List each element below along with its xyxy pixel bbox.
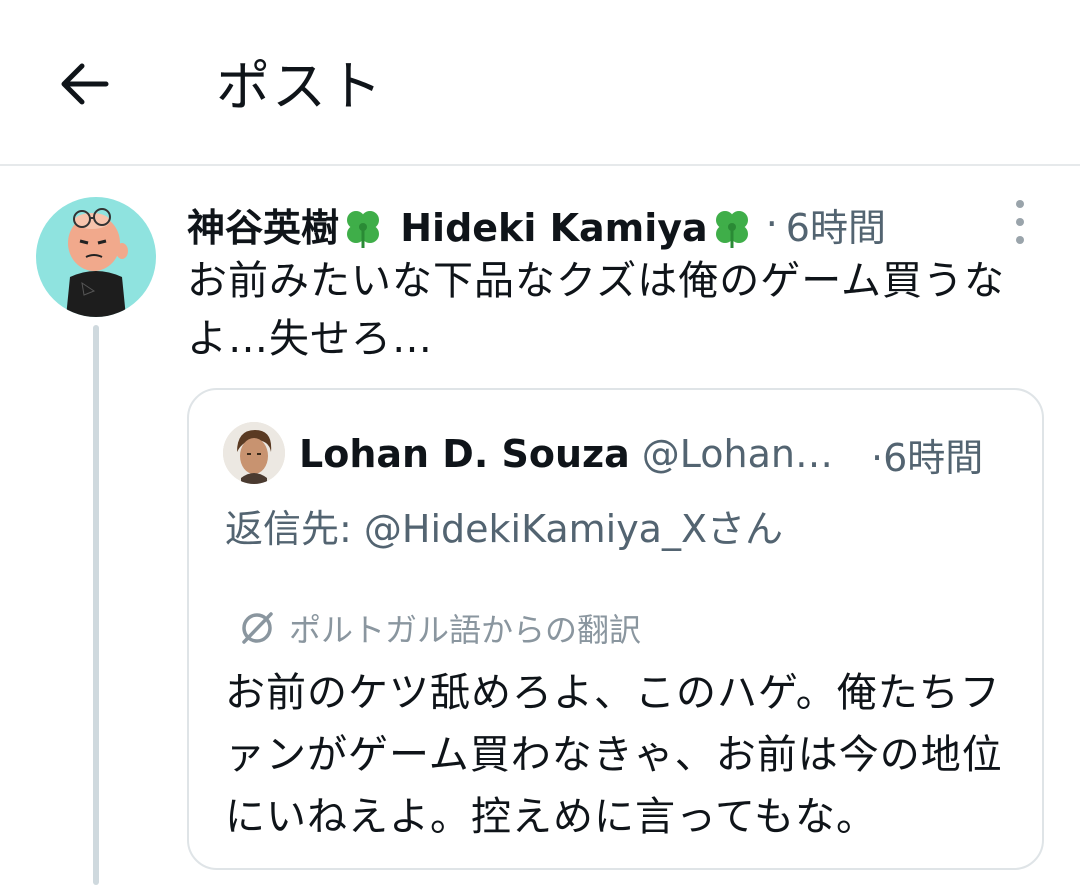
quoted-author-name: Lohan D. Souza [299,432,630,476]
top-bar: ポスト [0,0,1080,166]
translation-label[interactable]: ポルトガル語からの翻訳 [237,605,641,651]
quoted-post-timestamp: ·6時間 [871,427,983,482]
back-button[interactable] [52,52,116,116]
translation-label-text: ポルトガル語からの翻訳 [289,611,642,649]
quoted-time-value: 6時間 [883,435,984,480]
author-name-en: Hideki Kamiya [400,205,708,250]
reply-to-label: 返信先: @HidekiKamiya_Xさん [225,507,783,551]
page-title: ポスト [216,55,384,118]
four-leaf-clover-icon [715,210,748,248]
arrow-left-icon [61,63,109,105]
quoted-post-text: お前のケツ舐めろよ、このハゲ。俺たちファンがゲーム買わなきゃ、お前は今の地位にい… [225,670,1003,840]
quoted-author-handle: @Lohan… [641,432,834,476]
separator-dot: · [871,435,884,480]
more-vertical-icon[interactable] [1008,200,1032,244]
translate-icon [242,612,273,644]
quoted-author-avatar[interactable] [223,422,285,484]
post-text: お前みたいな下品なクズは俺のゲーム買うなよ…失せろ… [187,258,1005,362]
quoted-post-card[interactable]: Lohan D. Souza @Lohan… ·6時間 返信先: @Hideki… [187,388,1044,870]
post-timestamp[interactable]: 6時間 [786,197,886,252]
author-name-jp: 神谷英樹 [187,205,340,250]
post-header: 神谷英樹 Hideki Kamiya · 6時間 [187,194,886,254]
four-leaf-clover-icon [347,210,380,248]
quoted-post-header: Lohan D. Souza @Lohan… ·6時間 [299,424,1019,484]
author-name[interactable]: 神谷英樹 Hideki Kamiya [187,197,756,252]
separator-dot: · [765,202,778,246]
author-avatar[interactable] [36,197,156,317]
thread-line [93,325,99,885]
